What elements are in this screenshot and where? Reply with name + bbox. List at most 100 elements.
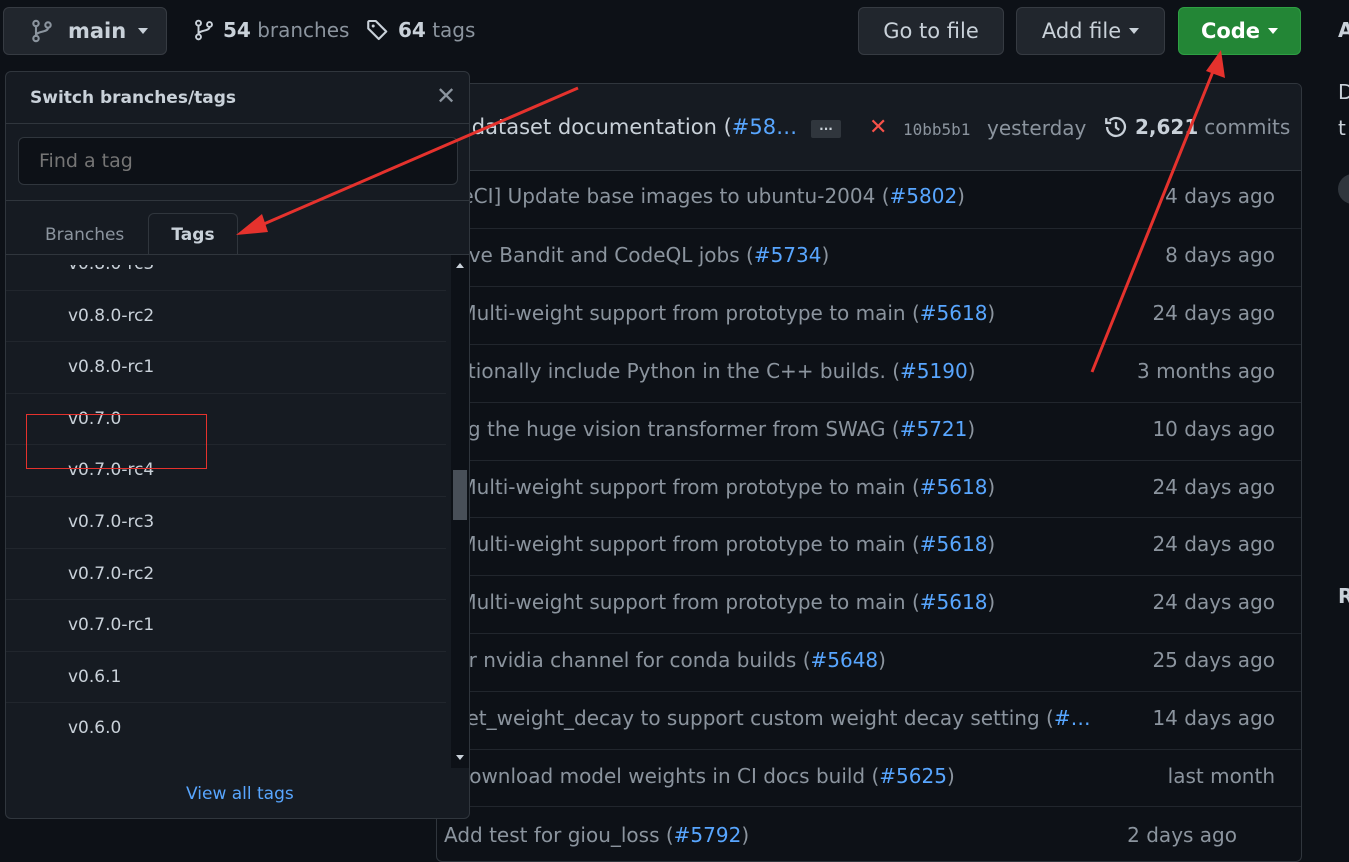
table-row[interactable]: nditionally include Python in the C++ bu… [437, 343, 1301, 402]
pr-link[interactable]: #5792 [674, 823, 742, 847]
row-commit-message[interactable]: Add test for giou_loss (#5792) [444, 823, 749, 847]
commit-time: yesterday [987, 116, 1087, 140]
pr-link[interactable]: #5618 [920, 532, 988, 556]
tag-name: v0.7.0-rc2 [68, 563, 155, 584]
close-icon[interactable]: ✕ [436, 82, 456, 110]
pr-link[interactable]: #5618 [920, 475, 988, 499]
pr-link[interactable]: #5190 [900, 359, 968, 383]
row-commit-message[interactable]: rt Multi-weight support from prototype t… [437, 590, 1097, 614]
table-row[interactable]: rt Multi-weight support from prototype t… [437, 459, 1301, 518]
latest-commit-message[interactable]: aft dataset documentation ( [437, 115, 732, 139]
divider [6, 254, 469, 255]
table-row[interactable]: rt Multi-weight support from prototype t… [437, 285, 1301, 344]
commit-text-end: ) [987, 474, 996, 499]
row-commit-message[interactable]: nditionally include Python in the C++ bu… [437, 359, 1097, 383]
tag-item[interactable]: v0.8.0-rc3 [6, 265, 446, 291]
pr-link[interactable]: #5734 [754, 243, 822, 267]
commit-text: rt Multi-weight support from prototype t… [437, 532, 920, 557]
commit-text: d set_weight_decay to support custom wei… [437, 706, 1054, 731]
table-row[interactable]: e-download model weights in CI docs buil… [437, 749, 1301, 807]
tag-name: v0.6.1 [68, 666, 122, 687]
divider [6, 123, 469, 124]
go-to-file-button[interactable]: Go to file [858, 7, 1004, 55]
tag-item[interactable]: v0.6.1 [6, 650, 446, 704]
table-row[interactable]: rt Multi-weight support from prototype t… [437, 575, 1301, 633]
commit-text: Add test for giou_loss ( [444, 823, 674, 847]
scrollbar[interactable] [451, 255, 469, 768]
pr-link[interactable]: #5802 [890, 184, 958, 208]
history-icon [1105, 116, 1127, 138]
git-branch-icon [32, 19, 52, 43]
row-commit-message[interactable]: rt Multi-weight support from prototype t… [437, 301, 1097, 325]
commit-text-end: ) [987, 300, 996, 325]
table-row[interactable]: test Add test for giou_loss (#5792) 2 da… [437, 806, 1301, 861]
tag-list: v0.8.0-rc3v0.8.0-rc2v0.8.0-rc1v0.7.0v0.7… [6, 265, 446, 768]
expand-commit-button[interactable]: ... [811, 120, 841, 138]
tab-branches[interactable]: Branches [45, 225, 124, 245]
tag-item[interactable]: v0.8.0-rc2 [6, 289, 446, 343]
commit-text: ding the huge vision transformer from SW… [437, 416, 900, 441]
tab-tags[interactable]: Tags [148, 213, 238, 255]
commit-text-end: ) [878, 648, 886, 673]
code-button[interactable]: Code [1178, 7, 1301, 55]
tag-name: v0.8.0-rc2 [68, 305, 155, 326]
tag-item[interactable]: v0.7.0-rc3 [6, 496, 446, 549]
commit-hash[interactable]: 10bb5b1 [903, 120, 970, 139]
row-commit-message[interactable]: ding the huge vision transformer from SW… [437, 417, 1097, 441]
tag-item[interactable]: v0.8.0-rc1 [6, 341, 446, 394]
ci-failure-icon[interactable]: ✕ [869, 115, 887, 140]
row-age: 24 days ago [1152, 474, 1275, 499]
pr-link[interactable]: #5721 [900, 417, 968, 441]
tag-name: v0.6.0 [68, 718, 122, 739]
tags-link[interactable]: 64 tags [366, 18, 475, 42]
latest-commit-pr-link[interactable]: #58… [732, 115, 797, 139]
tag-item[interactable]: v0.6.0 [6, 702, 446, 755]
commit-text-end: ) [946, 764, 955, 788]
tag-name: v0.8.0-rc3 [68, 265, 154, 274]
pr-link[interactable]: #5648 [811, 648, 879, 672]
table-row[interactable]: d set_weight_decay to support custom wei… [437, 691, 1301, 749]
row-commit-message[interactable]: rt Multi-weight support from prototype t… [437, 532, 1097, 556]
commit-text-end: ) [821, 242, 830, 267]
code-label: Code [1200, 19, 1261, 43]
commit-text: efer nvidia channel for conda builds ( [437, 648, 811, 673]
branch-name: main [68, 19, 127, 43]
table-row[interactable]: move Bandit and CodeQL jobs (#5734) 8 day… [437, 227, 1301, 286]
table-row[interactable]: rt Multi-weight support from prototype t… [437, 517, 1301, 575]
commits-link[interactable]: 2,621 commits [1103, 114, 1290, 140]
commit-text-end: ) [957, 184, 965, 208]
dropdown-title: Switch branches/tags [30, 88, 237, 108]
branch-select-button[interactable]: main [3, 7, 167, 55]
tag-search-input[interactable] [18, 137, 458, 185]
commit-text: nditionally include Python in the C++ bu… [437, 358, 901, 383]
latest-commit-bar: aft dataset documentation (#58… ... ✕ 10… [437, 84, 1301, 171]
pr-link[interactable]: #5618 [920, 301, 988, 325]
table-row[interactable]: ding the huge vision transformer from SW… [437, 401, 1301, 460]
row-commit-message[interactable]: d set_weight_decay to support custom wei… [437, 706, 1097, 730]
divider [6, 200, 469, 201]
tag-name: v0.7.0-rc1 [68, 615, 155, 636]
scroll-up-icon[interactable] [456, 263, 464, 268]
row-commit-message[interactable]: move Bandit and CodeQL jobs (#5734) [437, 243, 1097, 267]
row-age: 25 days ago [1152, 648, 1275, 673]
tag-item[interactable]: v0.7.0-rc1 [6, 599, 446, 652]
pr-link[interactable]: #5625 [879, 764, 947, 788]
pr-link[interactable]: #5618 [920, 590, 988, 614]
row-commit-message[interactable]: rcleCI] Update base images to ubuntu-200… [437, 184, 1097, 208]
row-age: 24 days ago [1152, 300, 1275, 325]
commits-count: 2,621 [1135, 115, 1199, 139]
branches-link[interactable]: 54 branches [193, 18, 349, 42]
commit-text: rt Multi-weight support from prototype t… [437, 590, 920, 615]
table-row[interactable]: efer nvidia channel for conda builds (#5… [437, 633, 1301, 691]
scroll-thumb[interactable] [453, 470, 467, 520]
table-row[interactable]: rcleCI] Update base images to ubuntu-200… [437, 170, 1301, 227]
tag-item[interactable]: v0.7.0-rc2 [6, 547, 446, 601]
row-commit-message[interactable]: rt Multi-weight support from prototype t… [437, 475, 1097, 499]
pr-link[interactable]: #… [1054, 706, 1091, 730]
row-age: 8 days ago [1165, 242, 1275, 267]
add-file-button[interactable]: Add file [1016, 7, 1165, 55]
row-commit-message[interactable]: e-download model weights in CI docs buil… [437, 764, 1097, 788]
scroll-down-icon[interactable] [456, 755, 464, 760]
view-all-tags-link[interactable]: View all tags [186, 784, 294, 804]
row-commit-message[interactable]: efer nvidia channel for conda builds (#5… [437, 648, 1097, 672]
